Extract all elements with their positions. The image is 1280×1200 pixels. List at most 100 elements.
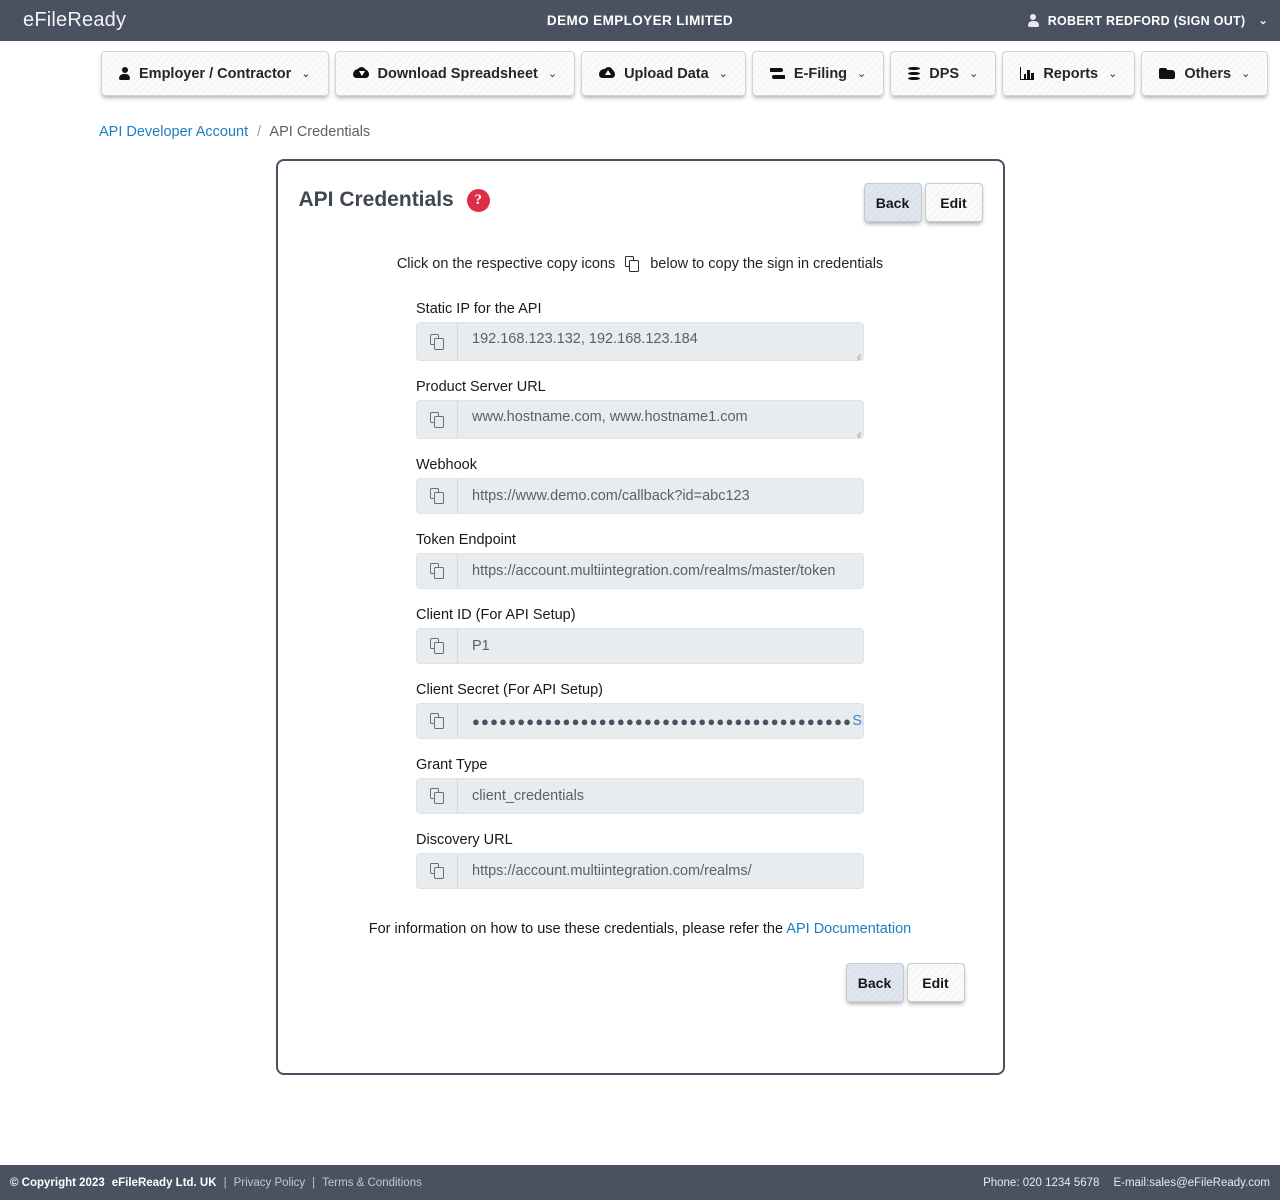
field-grant-type: Grant Type client_credentials bbox=[416, 757, 864, 814]
field-token-endpoint: Token Endpoint https://account.multiinte… bbox=[416, 532, 864, 589]
nav-item-download-spreadsheet[interactable]: Download Spreadsheet ⌄ bbox=[334, 51, 576, 96]
nav-label: E-Filing bbox=[793, 65, 848, 82]
copy-icon bbox=[429, 411, 445, 428]
nav-item-upload-data[interactable]: Upload Data ⌄ bbox=[581, 51, 746, 96]
field-label: Product Server URL bbox=[416, 379, 546, 395]
field-value[interactable]: https://account.multiintegration.com/rea… bbox=[458, 854, 863, 888]
nav-item-e-filing[interactable]: E-Filing ⌄ bbox=[751, 51, 885, 96]
nav-item-reports[interactable]: Reports ⌄ bbox=[1002, 51, 1136, 96]
privacy-policy-link[interactable]: Privacy Policy bbox=[234, 1177, 306, 1189]
folder-icon bbox=[1159, 67, 1176, 80]
copy-icon bbox=[429, 488, 445, 504]
copy-icon bbox=[429, 333, 445, 350]
panel-title-text: API Credentials bbox=[298, 188, 454, 211]
field-value[interactable]: https://account.multiintegration.com/rea… bbox=[458, 554, 863, 588]
field-value[interactable]: P1 bbox=[458, 629, 863, 663]
show-secret-link[interactable]: Show bbox=[852, 713, 863, 729]
field-control: ●●●●●●●●●●●●●●●●●●●●●●●●●●●●●●●●●●●●●●●●… bbox=[416, 703, 864, 739]
field-label: Discovery URL bbox=[416, 832, 513, 848]
field-value[interactable]: https://www.demo.com/callback?id=abc123 bbox=[458, 479, 863, 513]
field-client-id: Client ID (For API Setup) P1 bbox=[416, 607, 864, 664]
copy-icon bbox=[429, 563, 445, 579]
nav-item-employer-contractor[interactable]: Employer / Contractor ⌄ bbox=[101, 51, 329, 96]
copy-icon bbox=[429, 713, 445, 729]
field-product-server-url: Product Server URL www.hostname.com, www… bbox=[416, 379, 864, 439]
nav-label: Reports bbox=[1043, 65, 1099, 82]
breadcrumb-separator: / bbox=[257, 124, 262, 140]
field-control: P1 bbox=[416, 628, 864, 664]
user-name-label: ROBERT REDFORD (SIGN OUT) bbox=[1047, 13, 1246, 28]
field-value[interactable]: 192.168.123.132, 192.168.123.184 bbox=[458, 323, 863, 360]
masked-secret-text: ●●●●●●●●●●●●●●●●●●●●●●●●●●●●●●●●●●●●●●●●… bbox=[472, 713, 853, 729]
edit-button[interactable]: Edit bbox=[924, 183, 983, 222]
app-brand-logo: eFileReady bbox=[23, 9, 127, 31]
nav-item-dps[interactable]: DPS ⌄ bbox=[890, 51, 997, 96]
copy-button-client-secret[interactable] bbox=[417, 704, 458, 738]
top-header-bar: eFileReady DEMO EMPLOYER LIMITED ROBERT … bbox=[0, 0, 1280, 41]
footer-separator: | bbox=[312, 1176, 316, 1189]
breadcrumb-link-api-developer-account[interactable]: API Developer Account bbox=[99, 124, 248, 140]
hint-text-before: Click on the respective copy icons bbox=[396, 256, 616, 272]
question-mark-icon[interactable]: ? bbox=[466, 188, 490, 212]
field-control: https://account.multiintegration.com/rea… bbox=[416, 553, 864, 589]
copy-button-discovery-url[interactable] bbox=[417, 854, 458, 888]
chevron-down-icon: ⌄ bbox=[1108, 68, 1118, 80]
field-webhook: Webhook https://www.demo.com/callback?id… bbox=[416, 457, 864, 514]
transfer-icon bbox=[769, 67, 785, 80]
back-button[interactable]: Back bbox=[863, 183, 922, 222]
documentation-note: For information on how to use these cred… bbox=[298, 921, 983, 937]
copy-button-client-id[interactable] bbox=[417, 629, 458, 663]
user-account-menu[interactable]: ROBERT REDFORD (SIGN OUT) ⌄ bbox=[1027, 13, 1268, 28]
back-button-bottom[interactable]: Back bbox=[845, 963, 904, 1002]
chevron-down-icon: ⌄ bbox=[1258, 15, 1268, 27]
documentation-note-text: For information on how to use these cred… bbox=[368, 921, 784, 937]
field-label: Client Secret (For API Setup) bbox=[416, 682, 603, 698]
chevron-down-icon: ⌄ bbox=[969, 68, 979, 80]
field-client-secret: Client Secret (For API Setup) ●●●●●●●●●●… bbox=[416, 682, 864, 739]
main-navigation: Employer / Contractor ⌄ Download Spreads… bbox=[0, 41, 1280, 96]
chevron-down-icon: ⌄ bbox=[857, 68, 867, 80]
field-value-masked[interactable]: ●●●●●●●●●●●●●●●●●●●●●●●●●●●●●●●●●●●●●●●●… bbox=[458, 704, 863, 738]
page-title: API Credentials ? bbox=[299, 188, 490, 212]
hint-text-after: below to copy the sign in credentials bbox=[650, 256, 884, 272]
database-icon bbox=[908, 66, 921, 81]
field-label: Client ID (For API Setup) bbox=[416, 607, 576, 623]
api-documentation-link[interactable]: API Documentation bbox=[786, 921, 911, 937]
page-root: eFileReady DEMO EMPLOYER LIMITED ROBERT … bbox=[0, 0, 1280, 1200]
field-control: https://account.multiintegration.com/rea… bbox=[416, 853, 864, 889]
footer-copyright: © Copyright 2023 bbox=[10, 1176, 105, 1189]
footer-left: © Copyright 2023 eFileReady Ltd. UK | Pr… bbox=[10, 1177, 422, 1189]
field-control: client_credentials bbox=[416, 778, 864, 814]
panel-action-buttons-top: Back Edit bbox=[863, 183, 983, 222]
terms-conditions-link[interactable]: Terms & Conditions bbox=[322, 1177, 422, 1189]
copy-icon bbox=[429, 638, 445, 654]
bar-chart-icon bbox=[1020, 67, 1035, 80]
field-value[interactable]: www.hostname.com, www.hostname1.com bbox=[458, 401, 863, 438]
nav-label: Upload Data bbox=[624, 65, 709, 82]
panel-action-buttons-bottom: Back Edit bbox=[298, 963, 983, 1002]
copy-icon bbox=[429, 863, 445, 879]
field-control: 192.168.123.132, 192.168.123.184 bbox=[416, 322, 864, 361]
nav-label: Employer / Contractor bbox=[139, 65, 292, 82]
credentials-form: Static IP for the API 192.168.123.132, 1… bbox=[416, 301, 864, 889]
copy-button-static-ip[interactable] bbox=[417, 323, 458, 360]
field-discovery-url: Discovery URL https://account.multiinteg… bbox=[416, 832, 864, 889]
person-icon bbox=[1027, 14, 1039, 27]
copy-icon bbox=[429, 788, 445, 804]
page-footer: © Copyright 2023 eFileReady Ltd. UK | Pr… bbox=[0, 1165, 1280, 1200]
copy-button-product-server-url[interactable] bbox=[417, 401, 458, 438]
chevron-down-icon: ⌄ bbox=[547, 68, 558, 80]
edit-button-bottom[interactable]: Edit bbox=[906, 963, 965, 1002]
footer-separator: | bbox=[223, 1176, 227, 1189]
nav-item-others[interactable]: Others ⌄ bbox=[1141, 51, 1269, 96]
field-label: Static IP for the API bbox=[416, 301, 542, 317]
copy-button-webhook[interactable] bbox=[417, 479, 458, 513]
breadcrumb: API Developer Account / API Credentials bbox=[99, 124, 1280, 140]
footer-company: eFileReady Ltd. UK bbox=[111, 1176, 217, 1189]
copy-button-grant-type[interactable] bbox=[417, 779, 458, 813]
field-static-ip: Static IP for the API 192.168.123.132, 1… bbox=[416, 301, 864, 361]
field-value[interactable]: client_credentials bbox=[458, 779, 863, 813]
copy-button-token-endpoint[interactable] bbox=[417, 554, 458, 588]
footer-phone: Phone: 020 1234 5678 bbox=[983, 1176, 1100, 1189]
nav-label: DPS bbox=[929, 65, 960, 82]
